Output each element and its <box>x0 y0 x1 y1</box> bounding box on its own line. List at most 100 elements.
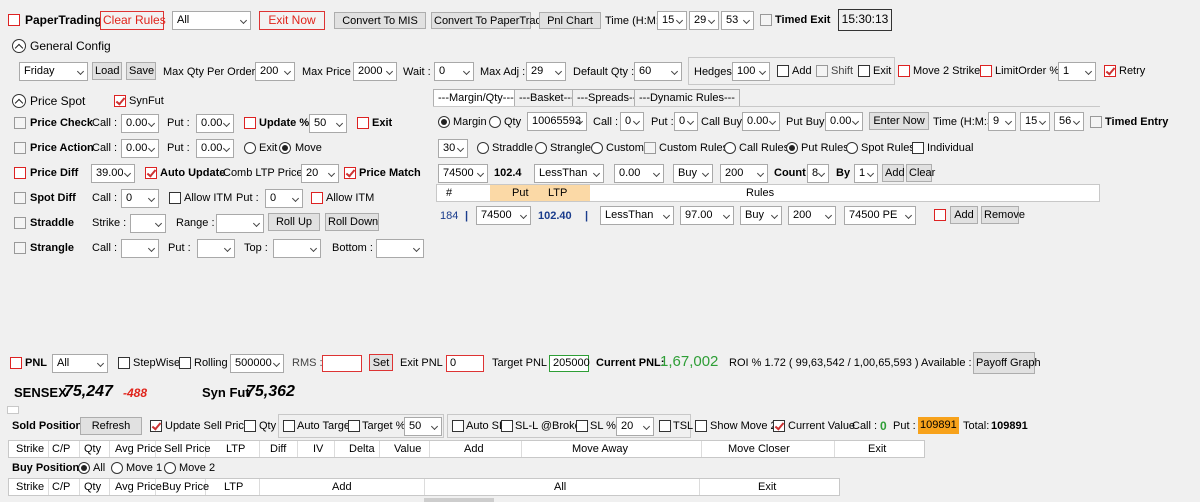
rule-price-select[interactable]: 0.00 <box>614 164 664 183</box>
exit-second-select[interactable]: 53 <box>721 11 754 30</box>
sl-pct-checkbox[interactable] <box>576 420 588 432</box>
sl-pct-select[interactable]: 20 <box>616 417 654 436</box>
max-qty-select[interactable]: 200 <box>255 62 295 81</box>
sl-broker-checkbox[interactable] <box>501 420 513 432</box>
price-diff-checkbox[interactable] <box>14 167 26 179</box>
tab-basket[interactable]: ---Basket--- <box>514 89 580 107</box>
exit-now-button[interactable]: Exit Now <box>259 11 325 30</box>
auto-target-checkbox[interactable] <box>283 420 295 432</box>
rule-row-checkbox[interactable] <box>934 209 946 221</box>
put-rules-radio[interactable] <box>786 142 798 154</box>
tab-dynamic-rules[interactable]: ---Dynamic Rules--- <box>634 89 740 107</box>
rolling-checkbox[interactable] <box>179 357 191 369</box>
straddle-range-select[interactable] <box>216 214 264 233</box>
wait-select[interactable]: 0 <box>434 62 474 81</box>
rule-row-remove-button[interactable]: Remove <box>981 206 1025 224</box>
comb-ltp-select[interactable]: 20 <box>301 164 339 183</box>
rule-qty-select[interactable]: 200 <box>720 164 768 183</box>
price-check-checkbox[interactable] <box>14 117 26 129</box>
roll-up-button[interactable]: Roll Up <box>268 213 320 231</box>
margin-put-select[interactable]: 0 <box>674 112 698 131</box>
synfut-checkbox[interactable] <box>114 95 126 107</box>
hedges-exit-checkbox[interactable] <box>858 65 870 77</box>
strangle-bottom-select[interactable] <box>376 239 424 258</box>
individual-checkbox[interactable] <box>912 142 924 154</box>
straddle-checkbox[interactable] <box>14 217 26 229</box>
rolling-select[interactable]: 500000 <box>230 354 284 373</box>
timed-entry-checkbox[interactable] <box>1090 116 1102 128</box>
price-diff-select[interactable]: 39.00 <box>91 164 135 183</box>
show-move2-checkbox[interactable] <box>695 420 707 432</box>
rule-row-operator-select[interactable]: LessThan <box>600 206 674 225</box>
strategy-count-select[interactable]: 30 <box>438 139 468 158</box>
spot-diff-call-select[interactable]: 0 <box>121 189 159 208</box>
stepwise-checkbox[interactable] <box>118 357 130 369</box>
entry-second-select[interactable]: 56 <box>1054 112 1084 131</box>
enter-now-button[interactable]: Enter Now <box>869 112 929 130</box>
target-pnl-input[interactable]: 205000 <box>549 355 590 372</box>
hedges-add-checkbox[interactable] <box>777 65 789 77</box>
rule-strike-select[interactable]: 74500 <box>438 164 488 183</box>
exit-pnl-input[interactable]: 0 <box>446 355 484 372</box>
convert-to-mis-button[interactable]: Convert To MIS <box>334 12 426 29</box>
custom-radio[interactable] <box>591 142 603 154</box>
price-spot-toggle-icon[interactable] <box>12 94 26 108</box>
move-2-strikes-checkbox[interactable] <box>898 65 910 77</box>
buy-move2-radio[interactable] <box>164 462 176 474</box>
pnl-chart-button[interactable]: Pnl Chart <box>539 12 601 29</box>
position-filter-select[interactable]: All <box>172 11 251 30</box>
update-pct-select[interactable]: 50 <box>309 114 347 133</box>
rule-count-select[interactable]: 8 <box>807 164 829 183</box>
target-pct-select[interactable]: 50 <box>404 417 442 436</box>
price-check-call-select[interactable]: 0.00 <box>121 114 159 133</box>
margin-radio[interactable] <box>438 116 450 128</box>
clear-rules-button[interactable]: Clear Rules <box>100 11 166 30</box>
custom-rules-checkbox[interactable] <box>644 142 656 154</box>
default-qty-select[interactable]: 60 <box>634 62 682 81</box>
timed-exit-checkbox[interactable] <box>760 14 772 26</box>
rule-row-add-button[interactable]: Add <box>950 206 978 224</box>
strangle-top-select[interactable] <box>273 239 321 258</box>
rule-add-button[interactable]: Add <box>882 164 905 182</box>
rule-side-select[interactable]: Buy <box>673 164 713 183</box>
put-buy-select[interactable]: 0.00 <box>825 112 863 131</box>
price-action-put-select[interactable]: 0.00 <box>196 139 234 158</box>
target-pct-checkbox[interactable] <box>348 420 360 432</box>
auto-update-checkbox[interactable] <box>145 167 157 179</box>
call-rules-radio[interactable] <box>724 142 736 154</box>
price-action-call-select[interactable]: 0.00 <box>121 139 159 158</box>
strangle-checkbox[interactable] <box>14 242 26 254</box>
tsl-checkbox[interactable] <box>659 420 671 432</box>
qty-select[interactable]: 10065593 <box>527 112 587 131</box>
allow-itm-call-checkbox[interactable] <box>169 192 181 204</box>
entry-hour-select[interactable]: 9 <box>988 112 1016 131</box>
rms-input[interactable] <box>322 355 362 372</box>
price-action-checkbox[interactable] <box>14 142 26 154</box>
buy-all-radio[interactable] <box>78 462 90 474</box>
rule-clear-button[interactable]: Clear <box>906 164 935 182</box>
rule-operator-select[interactable]: LessThan <box>534 164 604 183</box>
load-button[interactable]: Load <box>92 62 122 80</box>
allow-itm-put-checkbox[interactable] <box>311 192 323 204</box>
payoff-graph-button[interactable]: Payoff Graph <box>973 352 1041 374</box>
limit-order-select[interactable]: 1 <box>1058 62 1096 81</box>
entry-minute-select[interactable]: 15 <box>1020 112 1050 131</box>
action-exit-radio[interactable] <box>244 142 256 154</box>
max-adj-select[interactable]: 29 <box>526 62 566 81</box>
price-check-exit-checkbox[interactable] <box>357 117 369 129</box>
spot-diff-put-select[interactable]: 0 <box>265 189 303 208</box>
tab-margin-qty[interactable]: ---Margin/Qty--- <box>433 89 519 107</box>
exit-minute-select[interactable]: 29 <box>689 11 719 30</box>
buy-move1-radio[interactable] <box>111 462 123 474</box>
max-price-select[interactable]: 2000 <box>353 62 397 81</box>
spot-diff-checkbox[interactable] <box>14 192 26 204</box>
sold-qty-checkbox[interactable] <box>244 420 256 432</box>
auto-sl-checkbox[interactable] <box>452 420 464 432</box>
qty-radio[interactable] <box>489 116 501 128</box>
action-move-radio[interactable] <box>279 142 291 154</box>
set-button[interactable]: Set <box>369 354 393 371</box>
rule-row-price-select[interactable]: 97.00 <box>680 206 734 225</box>
update-sell-price-checkbox[interactable] <box>150 420 162 432</box>
roll-down-button[interactable]: Roll Down <box>325 213 379 231</box>
straddle-strike-select[interactable] <box>130 214 166 233</box>
